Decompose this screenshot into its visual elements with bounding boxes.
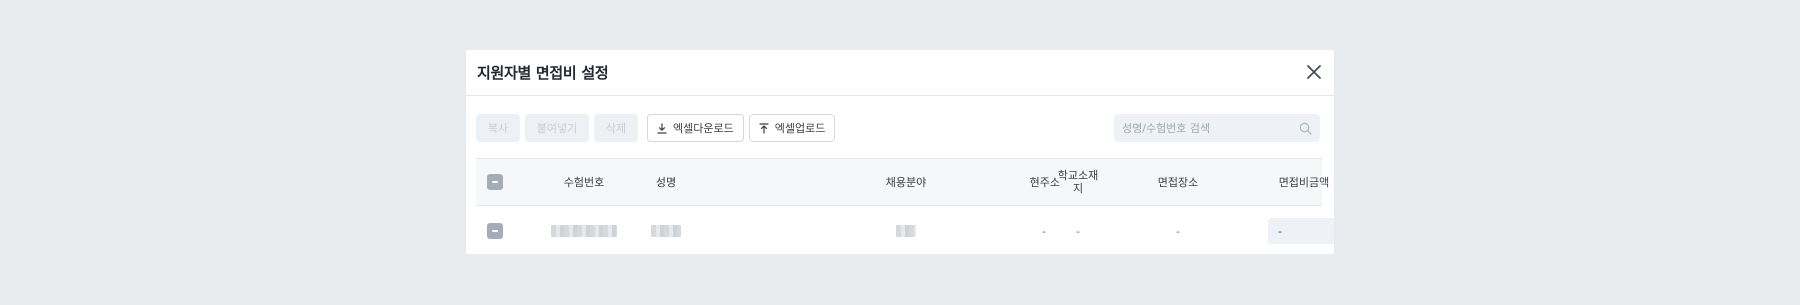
search-input[interactable] (1122, 121, 1299, 135)
excel-download-button[interactable]: 엑셀다운로드 (647, 114, 744, 142)
paste-button[interactable]: 붙여넣기 (525, 114, 589, 142)
row-school-location: - (1076, 224, 1080, 238)
toolbar: 복사 붙여넣기 삭제 엑셀다운로드 엑셀업로드 (476, 114, 1320, 142)
row-interview-location: - (1176, 224, 1180, 238)
copy-button[interactable]: 복사 (476, 114, 520, 142)
row-address: - (1042, 224, 1046, 238)
masked-name (651, 225, 681, 237)
delete-button[interactable]: 삭제 (594, 114, 638, 142)
search-box (1114, 114, 1320, 142)
interview-fee-modal: 지원자별 면접비 설정 복사 붙여넣기 삭제 엑셀다운로드 엑셀업로드 성명/수… (466, 50, 1334, 254)
header-name: 성명 (655, 175, 677, 189)
table-row: - - - - (476, 206, 1334, 254)
excel-upload-button[interactable]: 엑셀업로드 (748, 114, 836, 142)
search-icon[interactable] (1299, 122, 1312, 135)
masked-exam-number (551, 225, 617, 237)
interview-fee-input[interactable]: - (1268, 218, 1334, 244)
close-icon (1307, 65, 1321, 79)
header-interview-location: 면접장소 (1157, 175, 1199, 189)
modal-title: 지원자별 면접비 설정 (477, 64, 609, 82)
row-checkbox[interactable] (487, 223, 503, 239)
table-header: 수험번호 성명 채용분야 현주소 학교소재지 면접장소 면접비금액 (476, 158, 1329, 206)
applicant-table: 수험번호 성명 채용분야 현주소 학교소재지 면접장소 면접비금액 - - - (476, 158, 1334, 254)
header-exam-number: 수험번호 (563, 175, 605, 189)
header-school-location: 학교소재지 (1057, 169, 1099, 195)
header-interview-fee: 면접비금액 (1278, 175, 1330, 189)
masked-field (896, 225, 916, 237)
select-all-checkbox[interactable] (487, 174, 503, 190)
upload-icon (759, 122, 769, 134)
modal-header: 지원자별 면접비 설정 (466, 50, 1334, 96)
excel-download-label: 엑셀다운로드 (673, 122, 734, 135)
excel-upload-label: 엑셀업로드 (774, 122, 826, 135)
close-button[interactable] (1302, 60, 1326, 84)
download-icon (657, 122, 667, 134)
header-address: 현주소 (1029, 175, 1060, 189)
